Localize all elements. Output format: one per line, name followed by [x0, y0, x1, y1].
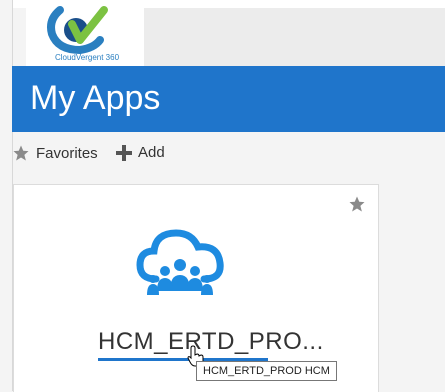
page-banner: My Apps	[12, 66, 445, 132]
header-spacer	[144, 8, 445, 66]
star-icon	[13, 145, 29, 161]
plus-icon	[116, 144, 132, 161]
add-button[interactable]: Add	[116, 144, 165, 161]
logo-mark-icon	[47, 6, 108, 54]
app-name-tooltip: HCM_ERTD_PROD HCM	[196, 361, 337, 381]
favorite-star-icon[interactable]	[348, 195, 366, 213]
add-label: Add	[138, 144, 165, 161]
page-title: My Apps	[30, 79, 161, 117]
favorites-button[interactable]: Favorites	[12, 144, 98, 162]
logo-text: CloudVergent 360	[54, 53, 120, 62]
cloud-people-icon	[136, 229, 224, 295]
favorites-label: Favorites	[36, 144, 98, 162]
company-logo[interactable]: CloudVergent 360	[26, 0, 144, 66]
left-edge	[0, 0, 13, 391]
app-name-link[interactable]: HCM_ERTD_PRO...	[98, 328, 324, 356]
